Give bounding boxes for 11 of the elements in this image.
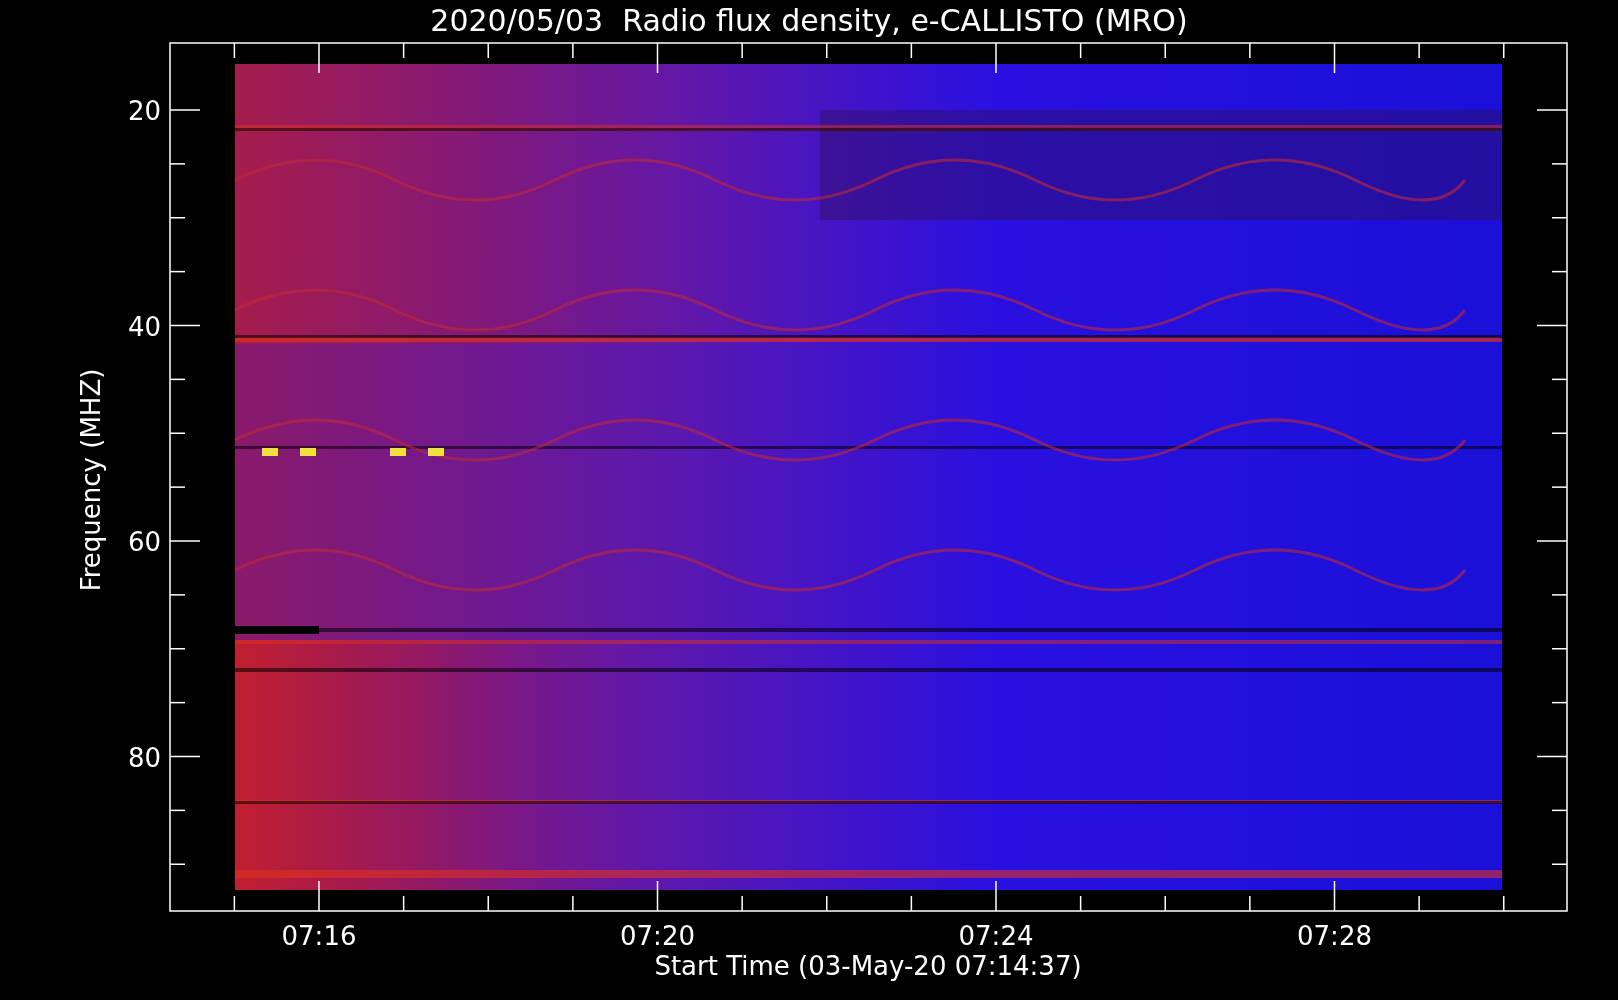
y-tick-label: 60 [127, 527, 161, 557]
x-tick-label: 07:28 [1297, 921, 1372, 951]
y-tick-label: 40 [127, 311, 161, 342]
x-tick-label: 07:20 [620, 921, 695, 951]
y-tick-label: 80 [127, 742, 161, 773]
y-tick-label: 20 [127, 96, 161, 126]
x-axis-label: Start Time (03-May-20 07:14:37) [654, 951, 1082, 981]
y-axis-label: Frequency (MHZ) [76, 368, 106, 592]
x-tick-label: 07:16 [281, 921, 357, 951]
chart-title: 2020/05/03 Radio flux density, e-CALLISTO (MRO) [430, 3, 1188, 38]
x-tick-label: 07:24 [958, 921, 1034, 951]
